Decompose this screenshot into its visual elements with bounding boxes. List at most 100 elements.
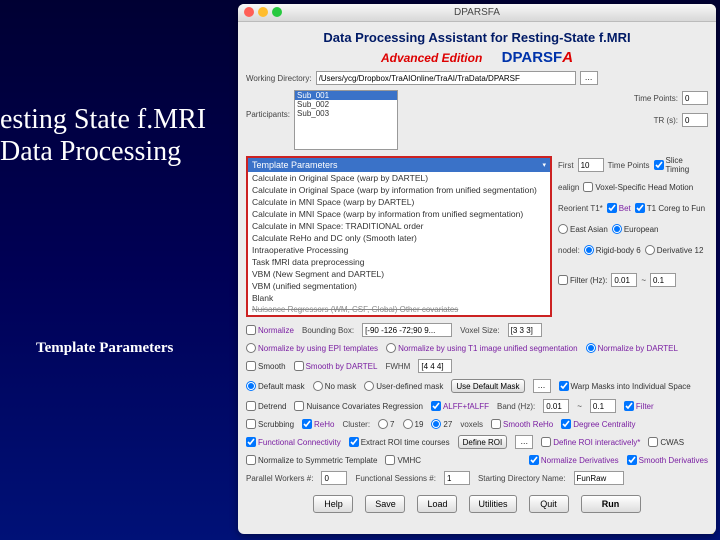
band-lo-input[interactable] — [543, 399, 569, 413]
template-option[interactable]: Blank — [248, 292, 550, 304]
template-option[interactable]: Calculate in Original Space (warp by DAR… — [248, 172, 550, 184]
zoom-icon[interactable] — [272, 7, 282, 17]
smooth-label: Smooth — [258, 362, 286, 371]
voxels-label: voxels — [460, 420, 483, 429]
list-item[interactable]: Sub_001 — [295, 91, 397, 100]
template-option[interactable]: Intraoperative Processing — [248, 244, 550, 256]
smooth-dartel-checkbox[interactable] — [294, 361, 304, 371]
slide-subtitle: Template Parameters — [36, 340, 173, 357]
cluster19-radio[interactable] — [403, 419, 413, 429]
voxel-hm-checkbox[interactable] — [583, 182, 593, 192]
close-icon[interactable] — [244, 7, 254, 17]
template-option[interactable]: Calculate in MNI Space: TRADITIONAL orde… — [248, 220, 550, 232]
t1coreg-checkbox[interactable] — [635, 203, 645, 213]
template-option[interactable]: Calculate in MNI Space (warp by DARTEL) — [248, 196, 550, 208]
define-roi-button[interactable]: Define ROI — [458, 435, 508, 449]
default-mask-radio[interactable] — [246, 381, 256, 391]
detrend-checkbox[interactable] — [246, 401, 256, 411]
template-option[interactable]: Calculate ReHo and DC only (Smooth later… — [248, 232, 550, 244]
norm-sym-checkbox[interactable] — [246, 455, 256, 465]
reho-label: ReHo — [314, 420, 334, 429]
user-mask-radio[interactable] — [364, 381, 374, 391]
reho-checkbox[interactable] — [302, 419, 312, 429]
normalize-checkbox[interactable] — [246, 325, 256, 335]
run-button[interactable]: Run — [581, 495, 641, 513]
bet-checkbox[interactable] — [607, 203, 617, 213]
template-dropdown-header[interactable]: Template Parameters ▾ — [248, 158, 550, 172]
browse-button[interactable]: ... — [580, 71, 598, 85]
help-button[interactable]: Help — [313, 495, 353, 513]
filter-lo-input[interactable] — [611, 273, 637, 287]
filter2-checkbox[interactable] — [624, 401, 634, 411]
define-roi-int-checkbox[interactable] — [541, 437, 551, 447]
fc-checkbox[interactable] — [246, 437, 256, 447]
template-option[interactable]: VBM (New Segment and DARTEL) — [248, 268, 550, 280]
fwhm-input[interactable] — [418, 359, 452, 373]
scrubbing-checkbox[interactable] — [246, 419, 256, 429]
quit-button[interactable]: Quit — [529, 495, 569, 513]
cluster7-radio[interactable] — [378, 419, 388, 429]
band-hi-input[interactable] — [590, 399, 616, 413]
no-mask-radio[interactable] — [313, 381, 323, 391]
norm-dartel-radio[interactable] — [586, 343, 596, 353]
norm-dartel-label: Normalize by DARTEL — [598, 344, 678, 353]
normalize-method-row: Normalize by using EPI templates Normali… — [246, 343, 708, 353]
bounding-input[interactable] — [362, 323, 452, 337]
working-dir-input[interactable] — [316, 71, 576, 85]
template-dropdown[interactable]: Template Parameters ▾ Calculate in Origi… — [246, 156, 552, 317]
template-option[interactable]: Calculate in Original Space (warp by inf… — [248, 184, 550, 196]
norm-t1seg-label: Normalize by using T1 image unified segm… — [398, 344, 578, 353]
list-item[interactable]: Sub_002 — [295, 100, 397, 109]
slice-timing-checkbox[interactable] — [654, 160, 664, 170]
startdir-input[interactable] — [574, 471, 624, 485]
load-button[interactable]: Load — [417, 495, 457, 513]
smooth-reho-label: Smooth ReHo — [503, 420, 553, 429]
smooth-reho-checkbox[interactable] — [491, 419, 501, 429]
smooth-row: Smooth Smooth by DARTEL FWHM — [246, 359, 708, 373]
parallel-input[interactable] — [321, 471, 347, 485]
extract-roi-checkbox[interactable] — [349, 437, 359, 447]
rigid-label: Rigid-body 6 — [596, 246, 641, 255]
vmhc-checkbox[interactable] — [385, 455, 395, 465]
tr-input[interactable] — [682, 113, 708, 127]
save-button[interactable]: Save — [365, 495, 405, 513]
minimize-icon[interactable] — [258, 7, 268, 17]
cwas-checkbox[interactable] — [648, 437, 658, 447]
funcsess-input[interactable] — [444, 471, 470, 485]
template-option[interactable]: VBM (unified segmentation) — [248, 280, 550, 292]
titlebar[interactable]: DPARSFA — [238, 4, 716, 22]
tr-label: TR (s): — [654, 116, 678, 125]
degree-centrality-checkbox[interactable] — [561, 419, 571, 429]
smooth-deriv-checkbox[interactable] — [627, 455, 637, 465]
mask-browse-button[interactable]: ... — [533, 379, 551, 393]
utilities-button[interactable]: Utilities — [469, 495, 516, 513]
filter-hi-input[interactable] — [650, 273, 676, 287]
european-radio[interactable] — [612, 224, 622, 234]
cluster27-radio[interactable] — [431, 419, 441, 429]
voxsize-input[interactable] — [508, 323, 542, 337]
template-option[interactable]: Task fMRI data preprocessing — [248, 256, 550, 268]
norm-deriv-label: Normalize Derivatives — [541, 456, 619, 465]
eastasian-label: East Asian — [570, 225, 608, 234]
use-default-mask-button[interactable]: Use Default Mask — [451, 379, 524, 393]
nuisance-reg-checkbox[interactable] — [294, 401, 304, 411]
no-mask-label: No mask — [325, 382, 357, 391]
list-item[interactable]: Sub_003 — [295, 109, 397, 118]
participants-list[interactable]: Sub_001 Sub_002 Sub_003 — [294, 90, 398, 150]
template-option[interactable]: Calculate in MNI Space (warp by informat… — [248, 208, 550, 220]
warp-masks-checkbox[interactable] — [559, 381, 569, 391]
deriv12-radio[interactable] — [645, 245, 655, 255]
filter-checkbox[interactable] — [558, 275, 568, 285]
norm-epi-radio[interactable] — [246, 343, 256, 353]
rigid-radio[interactable] — [584, 245, 594, 255]
norm-t1seg-radio[interactable] — [386, 343, 396, 353]
first-tp-input[interactable] — [578, 158, 604, 172]
roi-browse-button[interactable]: ... — [515, 435, 533, 449]
alff-checkbox[interactable] — [431, 401, 441, 411]
smooth-checkbox[interactable] — [246, 361, 256, 371]
eastasian-radio[interactable] — [558, 224, 568, 234]
cluster7-label: 7 — [390, 420, 394, 429]
norm-deriv-checkbox[interactable] — [529, 455, 539, 465]
time-points-input[interactable] — [682, 91, 708, 105]
user-mask-label: User-defined mask — [376, 382, 443, 391]
